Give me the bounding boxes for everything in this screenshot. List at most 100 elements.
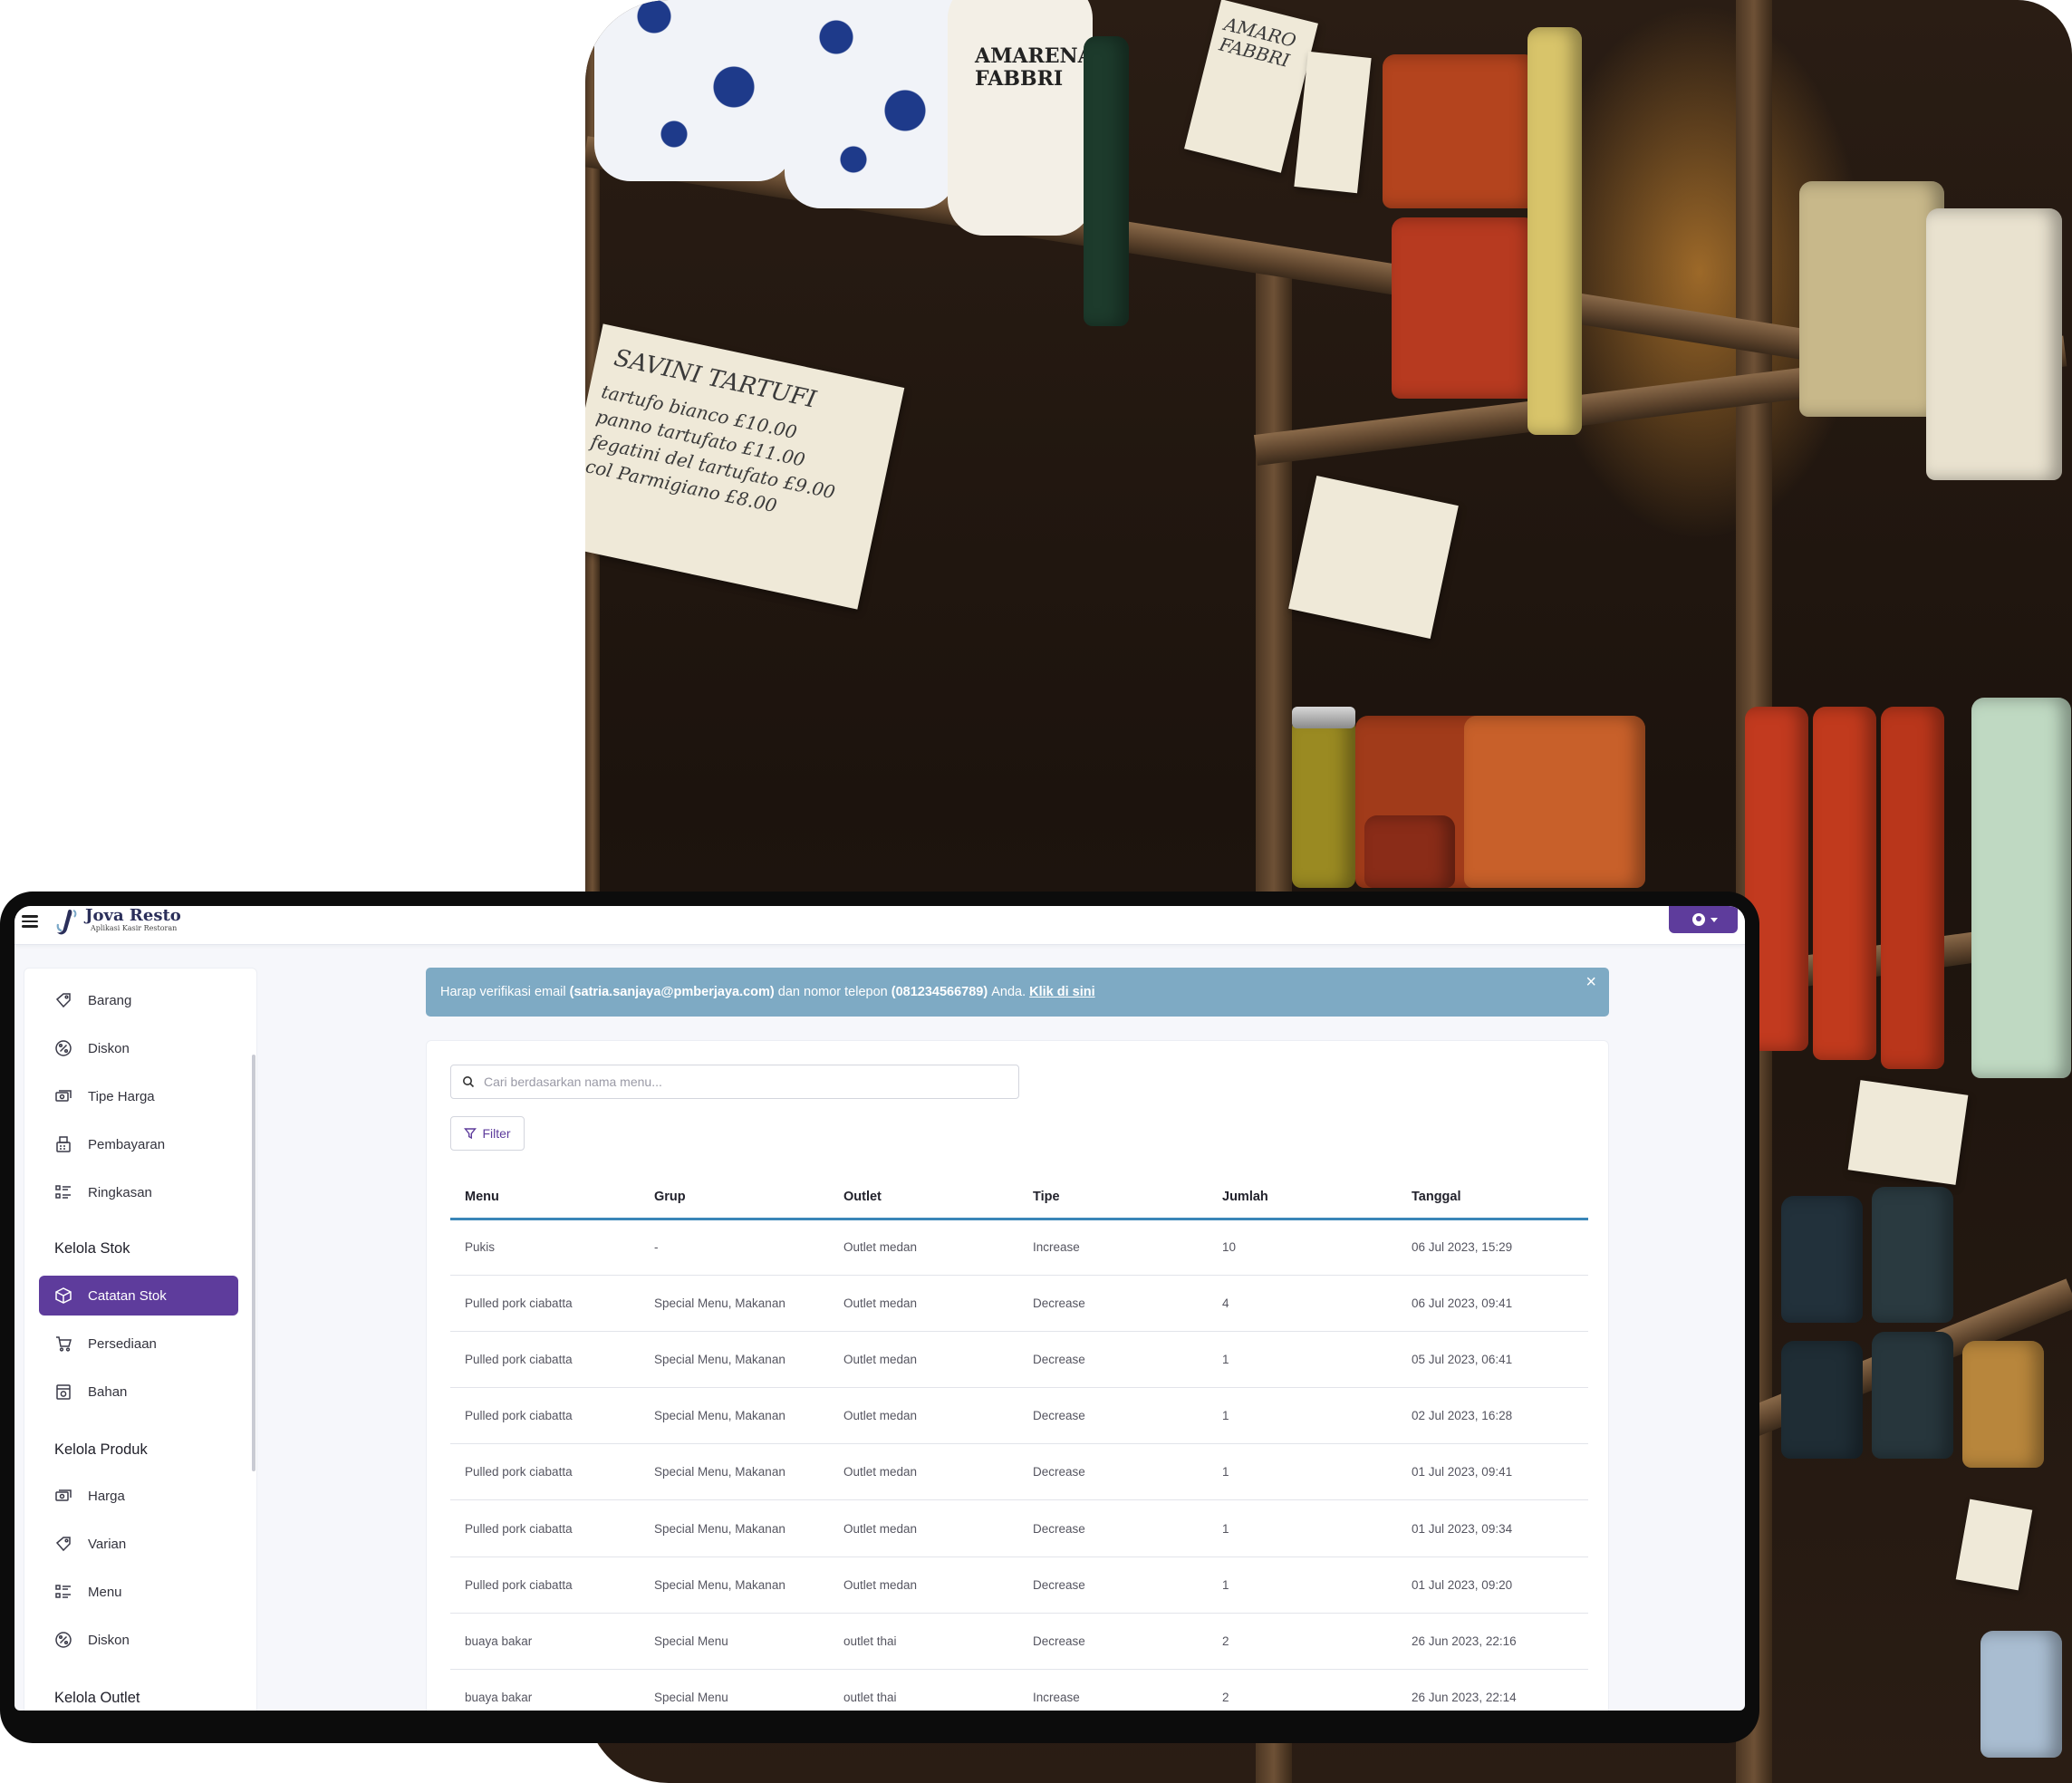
table-row[interactable]: Pukis - Outlet medan Increase 10 06 Jul … [450, 1219, 1588, 1276]
tag-icon [53, 990, 73, 1010]
cell-menu: Pulled pork ciabatta [450, 1387, 640, 1445]
jar [1392, 217, 1537, 399]
tag-title: AMARO FABBRI [1217, 13, 1299, 72]
list-icon [53, 1182, 73, 1202]
sidebar-item-label: Pembayaran [88, 1136, 166, 1152]
discount-icon [53, 1038, 73, 1058]
cell-outlet: Outlet medan [829, 1275, 1018, 1332]
jar [1464, 716, 1645, 888]
cell-tanggal: 05 Jul 2023, 06:41 [1397, 1331, 1588, 1389]
tag-icon [53, 1534, 73, 1554]
sidebar-item-ringkasan[interactable]: Ringkasan [39, 1172, 238, 1212]
alert-phone: (081234566789) [891, 985, 988, 999]
jar [1292, 716, 1355, 888]
column-header-menu[interactable]: Menu [450, 1177, 640, 1220]
app-name: Jova Resto [85, 906, 181, 925]
sidebar-scrollbar[interactable] [252, 1055, 255, 1471]
column-header-tipe[interactable]: Tipe [1018, 1177, 1208, 1220]
jar [1962, 1341, 2044, 1468]
cell-tipe: Increase [1018, 1669, 1208, 1711]
box [1926, 208, 2062, 480]
cell-tanggal: 01 Jul 2023, 09:20 [1397, 1557, 1588, 1614]
cell-outlet: Outlet medan [829, 1331, 1018, 1389]
vase-label: AMARENA FABBRI [975, 44, 1094, 92]
price-tag [1288, 476, 1459, 639]
app-tagline: Aplikasi Kasir Restoran [91, 924, 178, 932]
sidebar-item-catatan-stok[interactable]: Catatan Stok [39, 1276, 238, 1316]
cash-icon [53, 1086, 73, 1106]
sidebar-item-varian[interactable]: Varian [39, 1524, 238, 1564]
table-row[interactable]: Pulled pork ciabatta Special Menu, Makan… [450, 1499, 1588, 1557]
filter-button[interactable]: Filter [450, 1116, 525, 1151]
cart-icon [53, 1334, 73, 1354]
sidebar-section-kelola-outlet: Kelola Outlet [54, 1690, 140, 1706]
hamburger-menu-icon[interactable] [22, 915, 38, 928]
sidebar-item-pembayaran[interactable]: Pembayaran [39, 1124, 238, 1164]
cell-tanggal: 06 Jul 2023, 09:41 [1397, 1275, 1588, 1332]
table-row[interactable]: Pulled pork ciabatta Special Menu, Makan… [450, 1557, 1588, 1614]
table-row[interactable]: buaya bakar Special Menu outlet thai Inc… [450, 1669, 1588, 1711]
sidebar-item-label: Catatan Stok [88, 1287, 167, 1304]
sidebar-item-menu[interactable]: Menu [39, 1572, 238, 1612]
price-tag [1955, 1499, 2033, 1591]
jar [1872, 1187, 1953, 1323]
cell-tipe: Increase [1018, 1219, 1208, 1276]
stock-log-card: Filter Menu Grup Outlet Tipe Jumlah Tang… [426, 1040, 1609, 1711]
box [1799, 181, 1944, 417]
sidebar-item-harga[interactable]: Harga [39, 1476, 238, 1516]
sidebar-item-diskon[interactable]: Diskon [39, 1028, 238, 1068]
column-header-outlet[interactable]: Outlet [829, 1177, 1018, 1220]
cell-outlet: Outlet medan [829, 1219, 1018, 1276]
cell-jumlah: 1 [1208, 1443, 1397, 1501]
sidebar-item-diskon-produk[interactable]: Diskon [39, 1620, 238, 1660]
sidebar-item-label: Persediaan [88, 1335, 157, 1352]
ingredient-icon [53, 1382, 73, 1402]
cell-tipe: Decrease [1018, 1387, 1208, 1445]
close-icon[interactable]: × [1585, 973, 1596, 991]
cell-menu: Pulled pork ciabatta [450, 1499, 640, 1557]
cell-outlet: Outlet medan [829, 1443, 1018, 1501]
cell-grup: Special Menu, Makanan [640, 1331, 829, 1389]
jar [1781, 1341, 1863, 1459]
logo-mark-icon [56, 910, 77, 935]
column-header-jumlah[interactable]: Jumlah [1208, 1177, 1397, 1220]
cell-outlet: Outlet medan [829, 1387, 1018, 1445]
sidebar-item-tipe-harga[interactable]: Tipe Harga [39, 1076, 238, 1116]
column-header-tanggal[interactable]: Tanggal [1397, 1177, 1588, 1220]
cell-jumlah: 1 [1208, 1499, 1397, 1557]
search-box [450, 1065, 1019, 1099]
table-row[interactable]: Pulled pork ciabatta Special Menu, Makan… [450, 1331, 1588, 1389]
filter-label: Filter [482, 1126, 511, 1141]
jar [1364, 815, 1455, 888]
sidebar-item-label: Harga [88, 1488, 125, 1504]
column-header-grup[interactable]: Grup [640, 1177, 829, 1220]
cell-jumlah: 10 [1208, 1219, 1397, 1276]
search-input[interactable] [484, 1065, 1009, 1098]
table-row[interactable]: Pulled pork ciabatta Special Menu, Makan… [450, 1275, 1588, 1332]
sidebar-item-barang[interactable]: Barang [39, 980, 238, 1020]
verify-link[interactable]: Klik di sini [1029, 985, 1095, 999]
cell-menu: Pukis [450, 1219, 640, 1276]
cell-tipe: Decrease [1018, 1557, 1208, 1614]
user-menu-button[interactable] [1669, 906, 1738, 933]
sidebar-section-kelola-stok: Kelola Stok [54, 1240, 130, 1257]
alert-prefix: Harap verifikasi email [440, 985, 566, 999]
table-row[interactable]: Pulled pork ciabatta Special Menu, Makan… [450, 1443, 1588, 1501]
sidebar-item-label: Tipe Harga [88, 1088, 155, 1104]
ceramic-vase [594, 0, 794, 181]
sidebar-section-kelola-produk: Kelola Produk [54, 1441, 148, 1458]
jar [1383, 54, 1537, 208]
sidebar-item-bahan[interactable]: Bahan [39, 1372, 238, 1412]
table-row[interactable]: buaya bakar Special Menu outlet thai Dec… [450, 1613, 1588, 1671]
table-row[interactable]: Pulled pork ciabatta Special Menu, Makan… [450, 1387, 1588, 1445]
sidebar-item-persediaan[interactable]: Persediaan [39, 1324, 238, 1364]
bottle [1813, 707, 1876, 1060]
cell-grup: Special Menu, Makanan [640, 1557, 829, 1614]
app-screen: Jova Resto Aplikasi Kasir Restoran Baran… [14, 906, 1745, 1711]
cell-tanggal: 02 Jul 2023, 16:28 [1397, 1387, 1588, 1445]
cell-tanggal: 01 Jul 2023, 09:34 [1397, 1499, 1588, 1557]
cell-jumlah: 1 [1208, 1387, 1397, 1445]
cell-tanggal: 26 Jun 2023, 22:14 [1397, 1669, 1588, 1711]
sidebar-item-label: Menu [88, 1584, 122, 1600]
cell-menu: Pulled pork ciabatta [450, 1331, 640, 1389]
